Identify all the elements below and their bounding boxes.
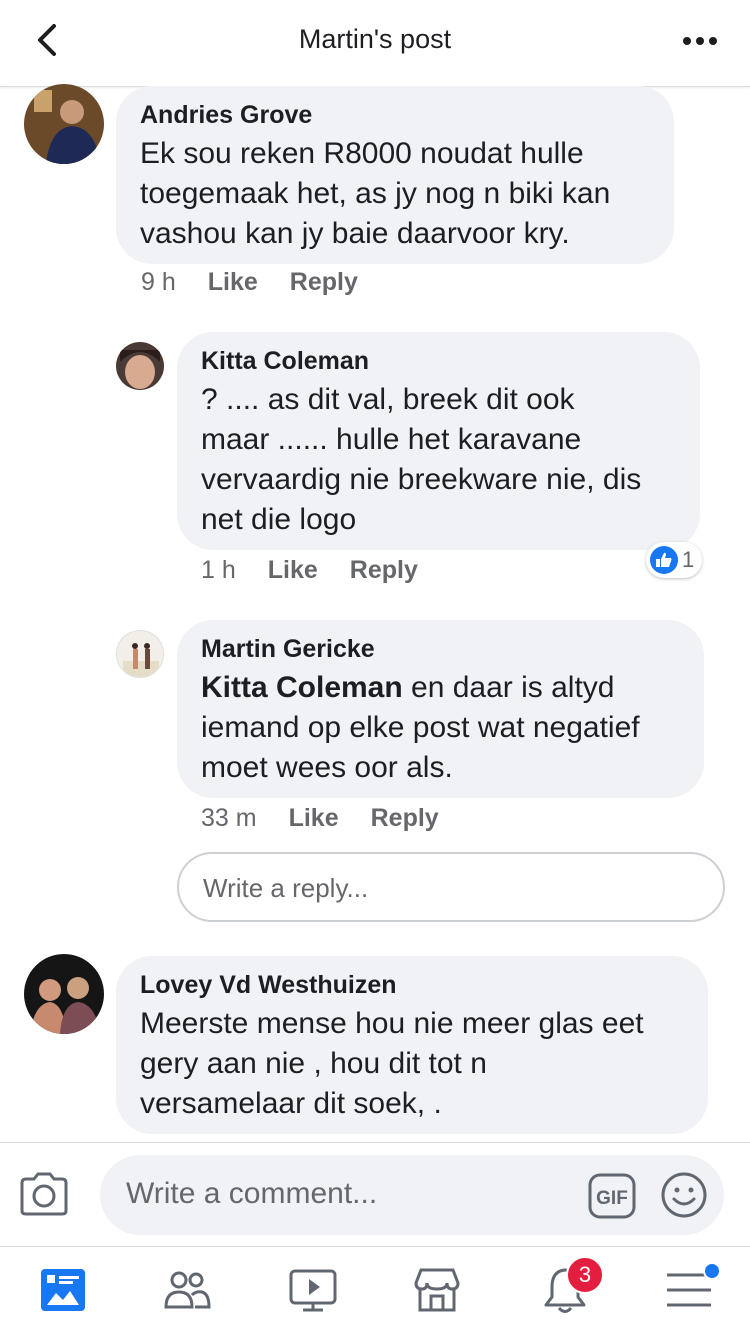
- menu-dot-badge: [703, 1262, 721, 1280]
- comment-line: gery aan nie , hou dit tot n: [140, 1047, 487, 1080]
- page-title: Martin's post: [298, 24, 452, 54]
- comment-time[interactable]: 33 m: [201, 804, 257, 832]
- comment-line: Meerste mense hou nie meer glas eet: [140, 1007, 644, 1040]
- marketplace-icon[interactable]: [412, 1265, 462, 1315]
- comment-meta: 33 m Like Reply: [201, 804, 471, 833]
- comment-line: vervaardig nie breekware nie, dis: [201, 463, 642, 496]
- comment-time[interactable]: 1 h: [201, 556, 236, 584]
- thumbs-up-icon: [650, 546, 678, 574]
- comment-line: Ek sou reken R8000 noudat hulle: [140, 137, 584, 170]
- bottom-tab-bar: [0, 1246, 750, 1335]
- comment-line: vashou kan jy baie daarvoor kry.: [140, 217, 570, 250]
- comment-author[interactable]: Martin Gericke: [201, 634, 680, 664]
- comment-bubble: Kitta Coleman ? .... as dit val, breek d…: [177, 332, 700, 550]
- comment-line: Kitta Coleman en daar is altyd: [201, 668, 680, 708]
- reply-button[interactable]: Reply: [290, 268, 358, 296]
- top-bar: Martin's post: [0, 0, 750, 87]
- reaction-summary[interactable]: 1: [646, 542, 703, 578]
- avatar[interactable]: [24, 954, 104, 1034]
- avatar[interactable]: [116, 630, 164, 678]
- comment-composer: Write a comment... GIF: [0, 1142, 750, 1247]
- avatar[interactable]: [116, 342, 164, 390]
- comment-author[interactable]: Kitta Coleman: [201, 346, 676, 376]
- comment-bubble: Lovey Vd Westhuizen Meerste mense hou ni…: [116, 956, 708, 1134]
- camera-icon[interactable]: [18, 1171, 70, 1217]
- comment-text: Ek sou reken R8000 noudat hulle toegemaa…: [140, 134, 650, 254]
- like-button[interactable]: Like: [208, 268, 258, 296]
- comment-bubble: Martin Gericke Kitta Coleman en daar is …: [177, 620, 704, 798]
- reply-input[interactable]: Write a reply...: [177, 852, 725, 922]
- emoji-icon[interactable]: [660, 1171, 708, 1219]
- notifications-badge: 3: [566, 1256, 604, 1294]
- comment-meta: 9 h Like Reply: [141, 268, 390, 297]
- gif-label: GIF: [596, 1188, 628, 1209]
- news-feed-icon[interactable]: [38, 1265, 88, 1315]
- comment-line: toegemaak het, as jy nog n biki kan: [140, 177, 611, 210]
- watch-video-icon[interactable]: [288, 1265, 338, 1315]
- comment-line: moet wees oor als.: [201, 751, 453, 784]
- comment-line: iemand op elke post wat negatief: [201, 711, 640, 744]
- comment-line: versamelaar dit soek, .: [140, 1087, 442, 1120]
- comment-time[interactable]: 9 h: [141, 268, 176, 296]
- reaction-count: 1: [682, 547, 695, 572]
- comment-line: net die logo: [201, 503, 357, 536]
- comment-text: ? .... as dit val, breek dit ook maar ..…: [201, 380, 676, 540]
- more-options-icon[interactable]: [680, 26, 720, 56]
- avatar[interactable]: [24, 84, 104, 164]
- comment-text: Meerste mense hou nie meer glas eet gery…: [140, 1004, 684, 1124]
- comment-line: ? .... as dit val, breek dit ook: [201, 383, 575, 416]
- comment-line-rest: en daar is altyd: [402, 671, 615, 704]
- mention-link[interactable]: Kitta Coleman: [201, 671, 403, 704]
- comment-author[interactable]: Andries Grove: [140, 100, 650, 130]
- like-button[interactable]: Like: [268, 556, 318, 584]
- gif-icon[interactable]: GIF: [588, 1173, 636, 1219]
- like-button[interactable]: Like: [289, 804, 339, 832]
- comment-author[interactable]: Lovey Vd Westhuizen: [140, 970, 684, 1000]
- comment-bubble: Andries Grove Ek sou reken R8000 noudat …: [116, 86, 674, 264]
- comment-meta: 1 h Like Reply: [201, 556, 450, 585]
- comment-line: maar ...... hulle het karavane: [201, 423, 582, 456]
- comment-text: Kitta Coleman en daar is altyd iemand op…: [201, 668, 680, 788]
- reply-button[interactable]: Reply: [371, 804, 439, 832]
- reply-button[interactable]: Reply: [350, 556, 418, 584]
- groups-icon[interactable]: [162, 1265, 212, 1315]
